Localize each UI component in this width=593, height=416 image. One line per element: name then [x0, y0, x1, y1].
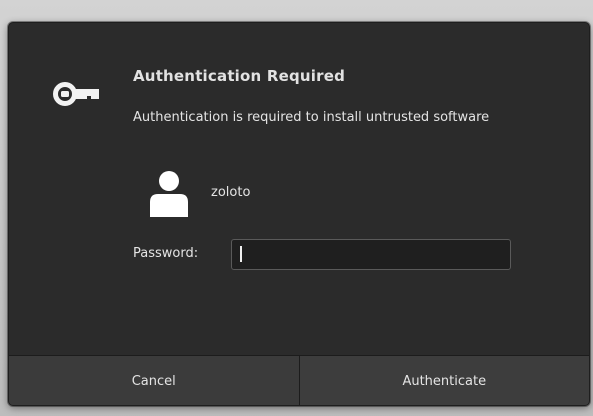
password-input[interactable]: [231, 239, 511, 270]
key-icon: [53, 82, 99, 106]
dialog-title: Authentication Required: [133, 67, 346, 85]
authentication-dialog: Authentication Required Authentication i…: [8, 22, 590, 406]
authenticate-button[interactable]: Authenticate: [299, 356, 589, 405]
text-caret: [240, 246, 242, 262]
username-label: zoloto: [211, 185, 251, 200]
cancel-button[interactable]: Cancel: [9, 356, 300, 405]
dialog-message: Authentication is required to install un…: [133, 110, 490, 125]
dialog-button-row: Cancel Authenticate: [9, 355, 589, 405]
password-label: Password:: [133, 246, 199, 261]
user-avatar-icon: [150, 171, 188, 217]
